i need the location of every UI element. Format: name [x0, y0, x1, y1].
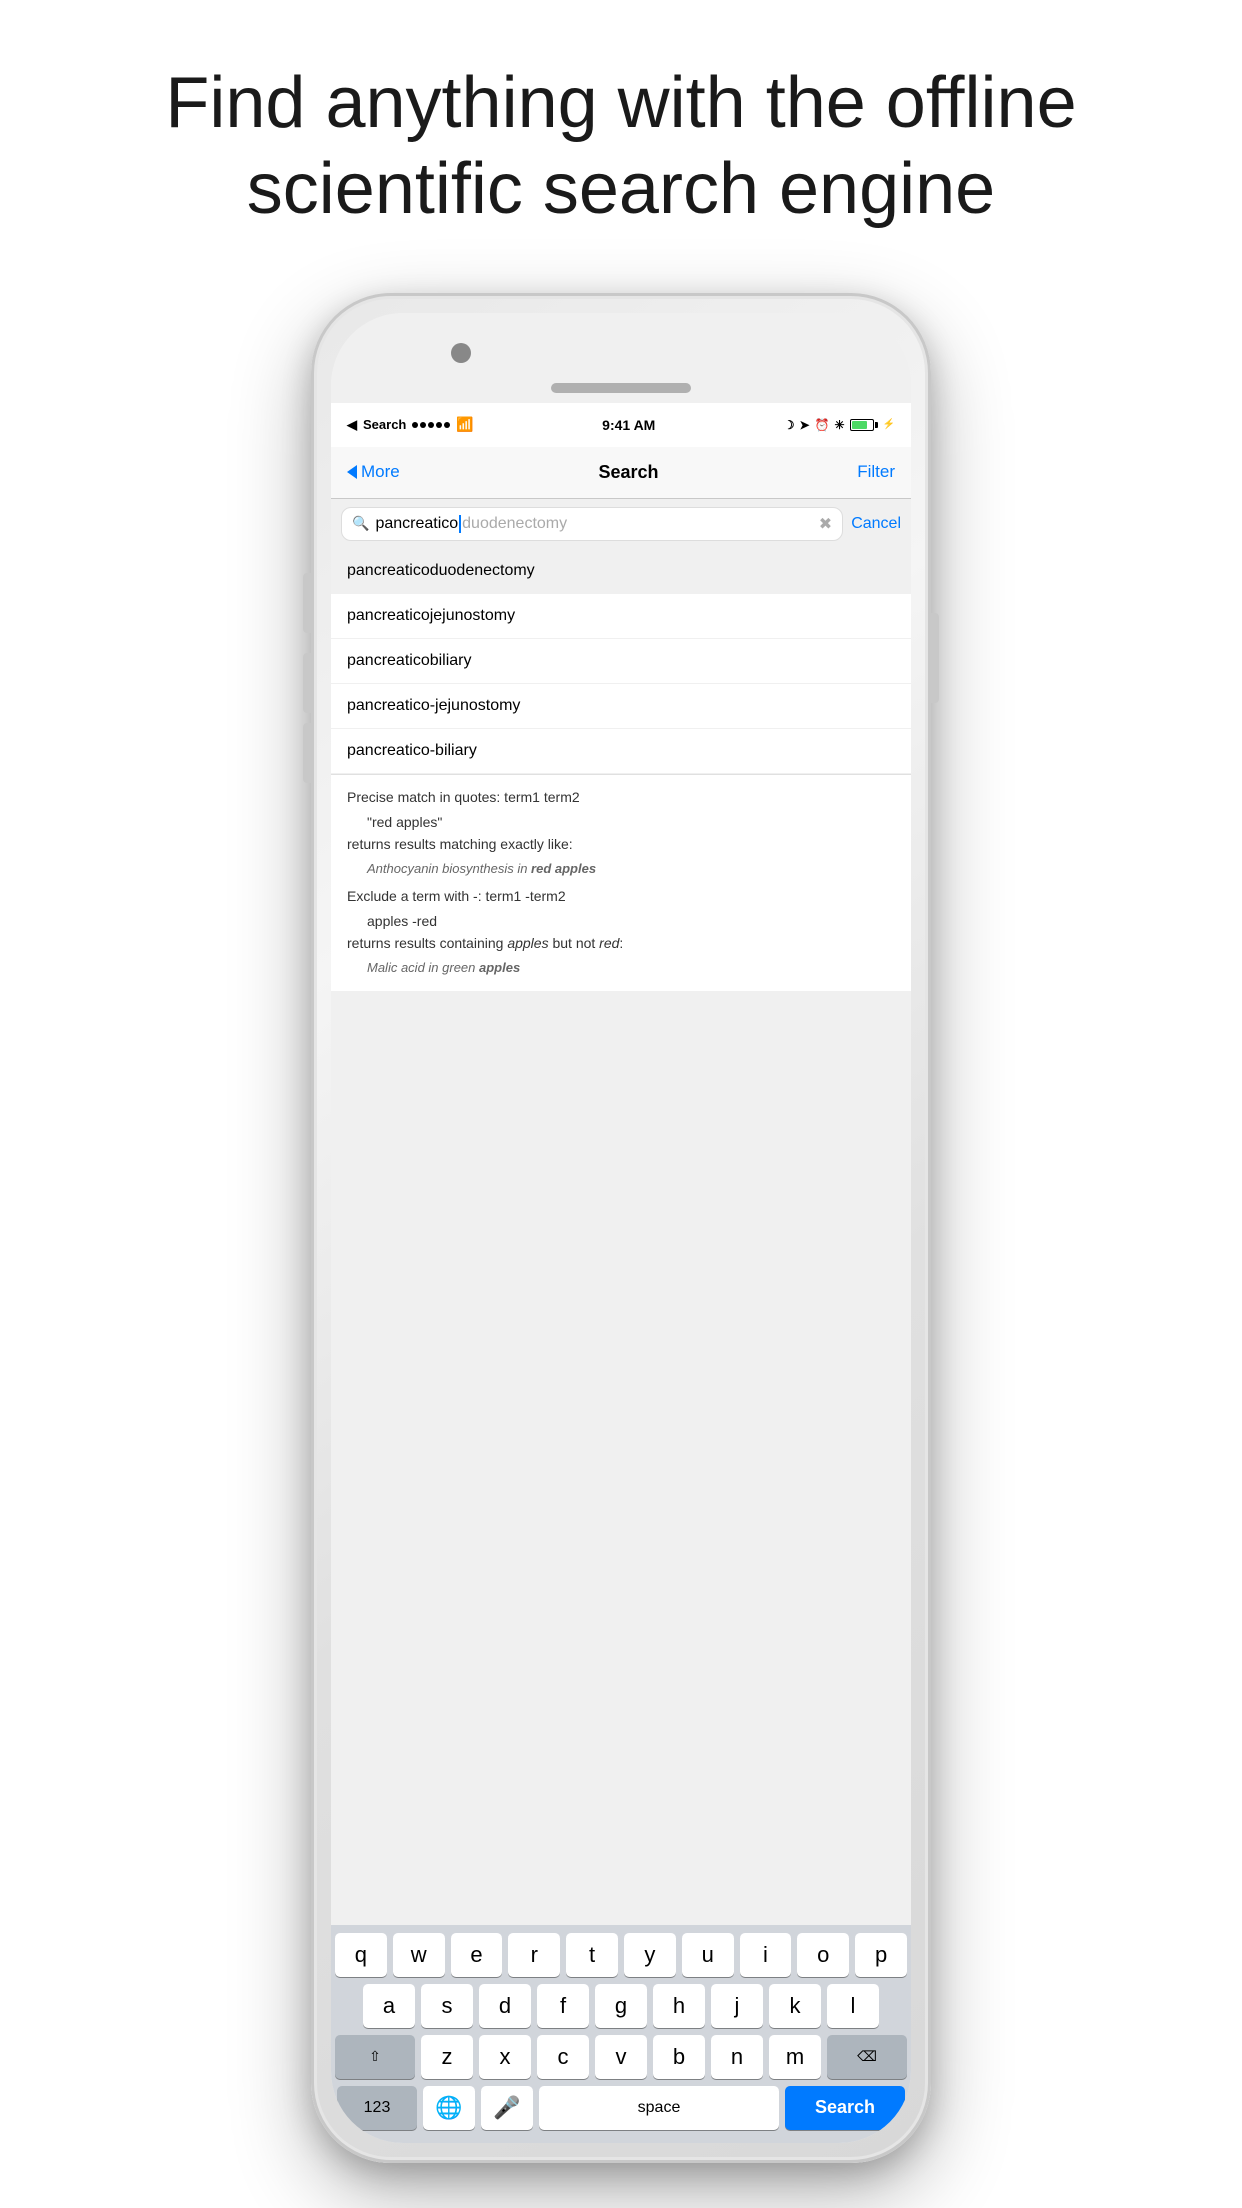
page-header: Find anything with the offline scientifi… [0, 0, 1242, 273]
autocomplete-dropdown: pancreaticoduodenectomy pancreaticojejun… [331, 549, 911, 775]
bluetooth-icon: ✳ [834, 418, 844, 432]
nav-bar: More Search Filter [331, 447, 911, 499]
signal-bars [412, 422, 450, 428]
autocomplete-item[interactable]: pancreaticoduodenectomy [331, 549, 911, 594]
phone-outer: ◀ Search 📶 9:41 AM ☽ [311, 293, 931, 2163]
carrier-label: Search [363, 417, 406, 432]
battery-body [850, 419, 874, 431]
search-icon: 🔍 [352, 515, 369, 532]
back-button[interactable]: More [347, 462, 400, 482]
status-right: ☽ ➤ ⏰ ✳ ⚡ [784, 418, 895, 432]
content-indent: apples -red [347, 913, 895, 929]
battery-fill [852, 421, 867, 429]
battery-tip [875, 422, 878, 428]
search-typed: pancreatico [375, 515, 458, 532]
signal-dot [436, 422, 442, 428]
back-arrow-icon: ◀ [347, 417, 357, 433]
content-example: Anthocyanin biosynthesis in red apples [347, 861, 895, 876]
filter-button[interactable]: Filter [857, 462, 895, 482]
content-line: returns results matching exactly like: [347, 834, 895, 855]
phone-notch [331, 313, 911, 403]
status-bar: ◀ Search 📶 9:41 AM ☽ [331, 403, 911, 447]
content-line: Exclude a term with -: term1 -term2 [347, 886, 895, 907]
speaker [551, 383, 691, 393]
alarm-icon: ⏰ [815, 418, 830, 432]
search-cancel-button[interactable]: Cancel [851, 515, 901, 533]
wifi-icon: 📶 [456, 416, 473, 433]
search-cursor [459, 515, 461, 533]
autocomplete-item[interactable]: pancreaticojejunostomy [331, 594, 911, 639]
signal-dot [444, 422, 450, 428]
chevron-left-icon [347, 465, 357, 479]
phone-screen: ◀ Search 📶 9:41 AM ☽ [331, 403, 911, 991]
content-line: returns results containing apples but no… [347, 933, 895, 954]
status-left: ◀ Search 📶 [347, 416, 474, 433]
search-clear-button[interactable]: ✖ [819, 514, 832, 534]
back-label: More [361, 462, 400, 482]
nav-title: Search [598, 462, 658, 483]
moon-icon: ☽ [784, 418, 795, 432]
content-line: Precise match in quotes: term1 term2 [347, 787, 895, 808]
search-autocomplete: duodenectomy [462, 515, 567, 532]
location-icon: ➤ [799, 418, 809, 432]
content-example: Malic acid in green apples [347, 960, 895, 975]
phone-wrapper: ◀ Search 📶 9:41 AM ☽ [0, 273, 1242, 2163]
battery-icon [850, 419, 878, 431]
camera [451, 343, 471, 363]
charging-icon: ⚡ [883, 419, 895, 430]
content-area: Precise match in quotes: term1 term2 "re… [331, 775, 911, 991]
signal-dot [420, 422, 426, 428]
search-input-wrapper[interactable]: 🔍 pancreaticoduodenectomy ✖ [341, 507, 843, 541]
autocomplete-item[interactable]: pancreatico-biliary [331, 729, 911, 774]
autocomplete-item[interactable]: pancreaticobiliary [331, 639, 911, 684]
search-bar-container: 🔍 pancreaticoduodenectomy ✖ Cancel [331, 499, 911, 549]
signal-dot [428, 422, 434, 428]
signal-dot [412, 422, 418, 428]
search-text: pancreaticoduodenectomy [375, 515, 812, 533]
autocomplete-item[interactable]: pancreatico-jejunostomy [331, 684, 911, 729]
status-time: 9:41 AM [602, 417, 655, 433]
phone-inner: ◀ Search 📶 9:41 AM ☽ [331, 313, 911, 2143]
content-indent: "red apples" [347, 814, 895, 830]
